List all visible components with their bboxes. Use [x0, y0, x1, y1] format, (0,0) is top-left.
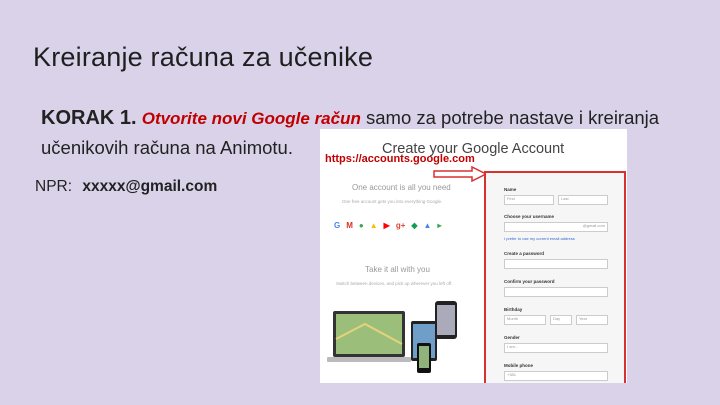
chrome-icon: ◆	[411, 221, 418, 230]
confirm-password-label: Confirm your password	[504, 279, 555, 284]
gmail-icon: M	[346, 221, 353, 230]
last-name-input[interactable]: Last	[558, 195, 608, 205]
step-text-1: samo za potrebe nastave i kreiranja	[360, 107, 660, 128]
left-subtext-2: Switch between devices, and pick up wher…	[336, 281, 453, 286]
drive-icon: ▲	[369, 221, 378, 230]
left-heading: One account is all you need	[352, 183, 451, 192]
devices-illustration	[327, 301, 457, 373]
google-icon: G	[334, 221, 341, 230]
slide-title: Kreiranje računa za učenike	[33, 42, 374, 72]
first-name-input[interactable]: First	[504, 195, 554, 205]
arrow-right-icon	[433, 166, 488, 182]
maps-icon: ●	[358, 221, 364, 230]
accounts-url: https://accounts.google.com	[325, 153, 475, 165]
current-email-link[interactable]: I prefer to use my current email address	[504, 236, 575, 241]
left-heading-2: Take it all with you	[365, 265, 430, 274]
confirm-password-input[interactable]	[504, 287, 608, 297]
gender-label: Gender	[504, 335, 520, 340]
username-suffix: @gmail.com	[582, 223, 605, 228]
username-input[interactable]: @gmail.com	[504, 222, 608, 232]
play-icon: ▸	[437, 221, 442, 230]
username-label: Choose your username	[504, 214, 555, 219]
google-plus-icon: g+	[395, 221, 406, 230]
example-line: NPR: xxxxx@gmail.com	[35, 178, 217, 196]
birth-day-input[interactable]: Day	[550, 315, 572, 325]
left-subtext: One free account gets you into everythin…	[342, 199, 443, 204]
signup-form: Name First Last Choose your username @gm…	[484, 171, 626, 383]
step-text-2: učenikovih računa na Animotu.	[41, 137, 293, 158]
birth-year-input[interactable]: Year	[576, 315, 608, 325]
play-store-icon: ▲	[423, 221, 432, 230]
password-label: Create a password	[504, 251, 545, 256]
product-icons: G M ● ▲ ▶ g+ ◆ ▲ ▸	[334, 221, 441, 230]
step-label: KORAK 1.	[41, 107, 137, 129]
step-highlight: Otvorite novi Google račun	[141, 109, 361, 128]
birth-month-select[interactable]: Month	[504, 315, 546, 325]
signup-left-column: One account is all you need One free acc…	[320, 169, 480, 383]
name-label: Name	[504, 187, 517, 192]
birthday-label: Birthday	[504, 307, 523, 312]
youtube-icon: ▶	[383, 221, 390, 230]
gender-select[interactable]: I am...	[504, 343, 608, 353]
mobile-input[interactable]: +381	[504, 371, 608, 381]
mobile-label: Mobile phone	[504, 363, 533, 368]
password-input[interactable]	[504, 259, 608, 269]
example-email: xxxxx@gmail.com	[82, 178, 218, 195]
laptop-base	[327, 357, 411, 362]
npr-label: NPR:	[35, 178, 73, 195]
